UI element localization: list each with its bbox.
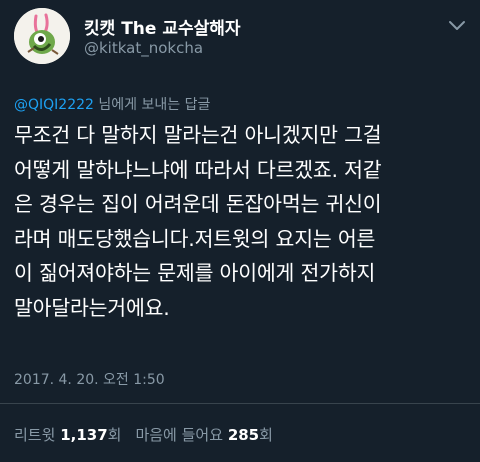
author-avatar[interactable]	[14, 8, 70, 64]
tweet-stats: 리트윗 1,137회 마음에 들어요 285회	[14, 424, 273, 445]
retweets-count[interactable]: 1,137	[60, 426, 107, 444]
stats-divider	[0, 403, 480, 404]
retweets-label[interactable]: 리트윗	[14, 426, 55, 444]
reply-mention-link[interactable]: @QIQI2222	[14, 97, 94, 113]
author-handle[interactable]: @kitkat_nokcha	[84, 39, 203, 57]
likes-unit: 회	[259, 426, 273, 444]
reply-context: @QIQI2222 님에게 보내는 답글	[14, 94, 210, 114]
chevron-down-icon[interactable]	[448, 18, 466, 32]
tweet-timestamp[interactable]: 2017. 4. 20. 오전 1:50	[14, 369, 165, 389]
tweet-body: 무조건 다 말하지 말라는건 아니겠지만 그걸 어떻게 말하냐느냐에 따라서 다…	[14, 123, 382, 320]
reply-suffix: 님에게 보내는 답글	[93, 97, 211, 113]
author-display-name[interactable]: 킷캣 The 교수살해자	[84, 14, 241, 39]
likes-count[interactable]: 285	[228, 426, 259, 444]
retweets-unit: 회	[107, 426, 122, 444]
bird-avatar-icon	[14, 8, 70, 64]
likes-label[interactable]: 마음에 들어요	[135, 426, 223, 444]
